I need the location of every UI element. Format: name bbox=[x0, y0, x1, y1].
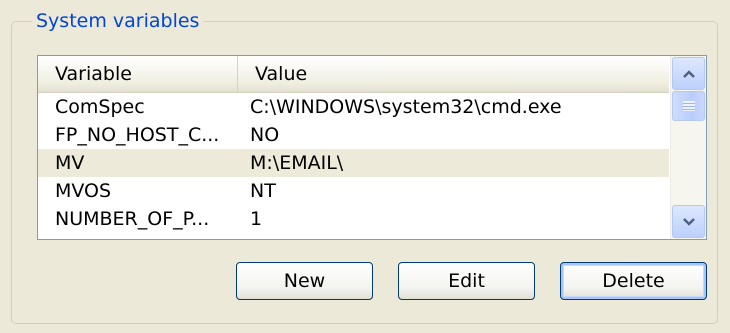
variable-name: MV bbox=[55, 152, 85, 174]
list-row[interactable]: NUMBER_OF_P... 1 bbox=[38, 205, 669, 233]
list-rows: ComSpec C:\WINDOWS\system32\cmd.exe FP_N… bbox=[38, 93, 669, 233]
variable-name: FP_NO_HOST_C... bbox=[55, 124, 220, 146]
column-header-variable[interactable]: Variable bbox=[38, 56, 237, 92]
chevron-down-icon bbox=[682, 217, 695, 226]
edit-button[interactable]: Edit bbox=[398, 262, 535, 300]
list-row[interactable]: MV M:\EMAIL\ bbox=[38, 149, 669, 177]
chevron-up-icon bbox=[682, 69, 695, 78]
variable-value: NO bbox=[250, 124, 280, 146]
system-variables-list[interactable]: Variable Value ComSpec C:\WINDOWS\system… bbox=[37, 55, 707, 240]
grip-icon bbox=[683, 101, 695, 111]
group-title: System variables bbox=[32, 9, 204, 33]
variable-name: MVOS bbox=[55, 180, 112, 202]
scroll-down-button[interactable] bbox=[672, 205, 705, 238]
list-row[interactable]: ComSpec C:\WINDOWS\system32\cmd.exe bbox=[38, 93, 669, 121]
scroll-thumb[interactable] bbox=[672, 91, 705, 121]
delete-button[interactable]: Delete bbox=[560, 262, 707, 300]
variable-name: NUMBER_OF_P... bbox=[55, 208, 210, 230]
new-button[interactable]: New bbox=[236, 262, 373, 300]
column-header-value[interactable]: Value bbox=[237, 56, 669, 92]
list-row[interactable]: MVOS NT bbox=[38, 177, 669, 205]
list-header: Variable Value bbox=[38, 56, 669, 93]
variable-value: NT bbox=[250, 180, 276, 202]
variable-value: M:\EMAIL\ bbox=[250, 152, 344, 174]
variable-name: ComSpec bbox=[55, 96, 145, 118]
scroll-up-button[interactable] bbox=[672, 57, 705, 90]
variable-value: C:\WINDOWS\system32\cmd.exe bbox=[250, 96, 562, 118]
vertical-scrollbar[interactable] bbox=[670, 56, 706, 239]
list-row[interactable]: FP_NO_HOST_C... NO bbox=[38, 121, 669, 149]
variable-value: 1 bbox=[250, 208, 263, 230]
